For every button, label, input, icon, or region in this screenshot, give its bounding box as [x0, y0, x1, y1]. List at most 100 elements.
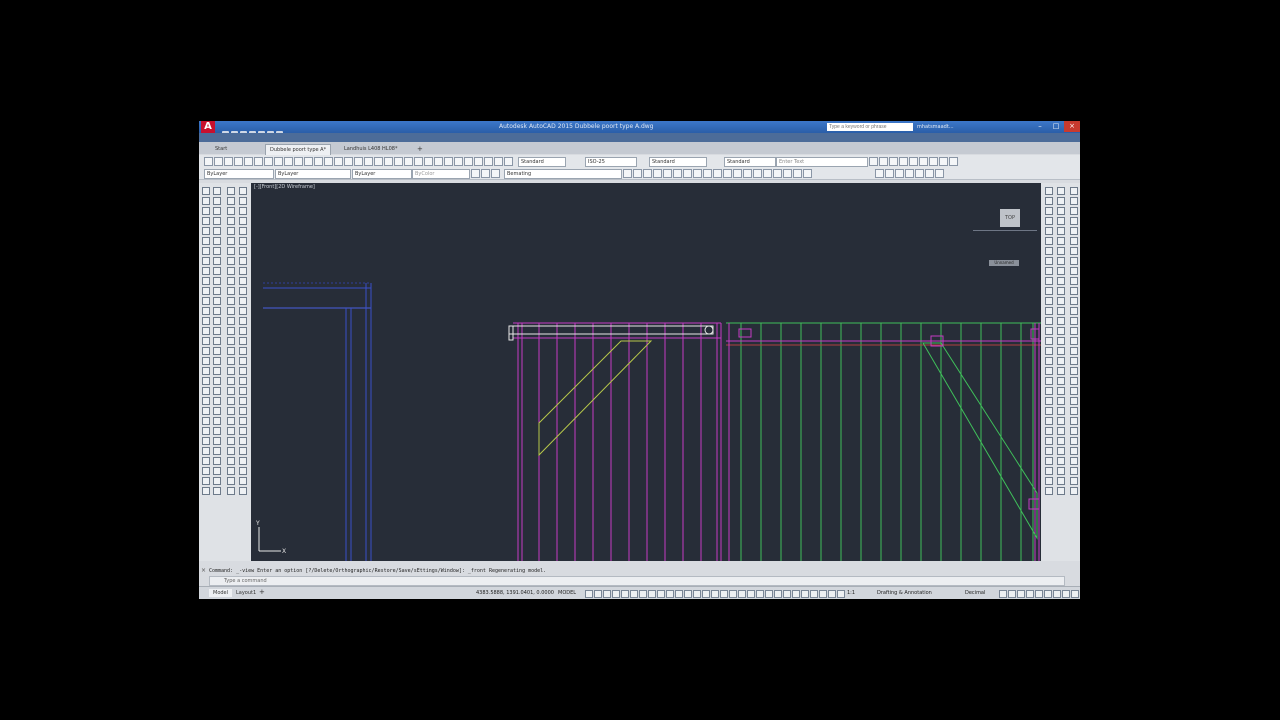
palette-tool-icon[interactable] [227, 407, 235, 415]
toolbar-tool-icon[interactable] [763, 169, 772, 178]
palette-tool-icon[interactable] [202, 247, 210, 255]
toolbar-tool-icon[interactable] [783, 169, 792, 178]
toolbar-tool-icon[interactable] [494, 157, 503, 166]
toolbar-tool-icon[interactable] [294, 157, 303, 166]
toolbar-tool-icon[interactable] [623, 169, 632, 178]
palette-tool-icon[interactable] [1070, 377, 1078, 385]
palette-tool-icon[interactable] [202, 397, 210, 405]
toolbar-tool-icon[interactable] [939, 157, 948, 166]
palette-tool-icon[interactable] [213, 287, 221, 295]
palette-tool-icon[interactable] [1070, 447, 1078, 455]
palette-tool-icon[interactable] [1045, 397, 1053, 405]
add-layout-icon[interactable]: + [255, 589, 269, 596]
palette-tool-icon[interactable] [1045, 267, 1053, 275]
status-toggle-icon[interactable] [837, 590, 845, 598]
palette-tool-icon[interactable] [213, 217, 221, 225]
palette-tool-icon[interactable] [1057, 417, 1065, 425]
palette-tool-icon[interactable] [1045, 457, 1053, 465]
palette-tool-icon[interactable] [227, 397, 235, 405]
palette-tool-icon[interactable] [239, 417, 247, 425]
palette-tool-icon[interactable] [227, 437, 235, 445]
toolbar-tool-icon[interactable] [693, 169, 702, 178]
toolbar-tool-icon[interactable] [895, 169, 904, 178]
palette-tool-icon[interactable] [202, 267, 210, 275]
palette-tool-icon[interactable] [239, 237, 247, 245]
palette-tool-icon[interactable] [227, 477, 235, 485]
toolbar-tool-icon[interactable] [334, 157, 343, 166]
palette-tool-icon[interactable] [1070, 477, 1078, 485]
palette-tool-icon[interactable] [1057, 307, 1065, 315]
palette-tool-icon[interactable] [1070, 457, 1078, 465]
palette-tool-icon[interactable] [1070, 247, 1078, 255]
palette-tool-icon[interactable] [227, 467, 235, 475]
palette-tool-icon[interactable] [1057, 367, 1065, 375]
status-toggle-icon[interactable] [765, 590, 773, 598]
palette-tool-icon[interactable] [1057, 207, 1065, 215]
palette-tool-icon[interactable] [202, 407, 210, 415]
status-toggle-icon[interactable] [819, 590, 827, 598]
table-style-select[interactable]: Standard [649, 157, 707, 167]
status-toggle-icon[interactable] [774, 590, 782, 598]
palette-tool-icon[interactable] [202, 257, 210, 265]
status-toggle-icon[interactable] [612, 590, 620, 598]
toolbar-tool-icon[interactable] [484, 157, 493, 166]
toolbar-tool-icon[interactable] [354, 157, 363, 166]
toolbar-tool-icon[interactable] [743, 169, 752, 178]
palette-tool-icon[interactable] [213, 447, 221, 455]
palette-tool-icon[interactable] [1057, 437, 1065, 445]
palette-tool-icon[interactable] [202, 377, 210, 385]
palette-tool-icon[interactable] [202, 487, 210, 495]
palette-tool-icon[interactable] [239, 317, 247, 325]
status-toggle-icon[interactable] [702, 590, 710, 598]
toolbar-tool-icon[interactable] [274, 157, 283, 166]
palette-tool-icon[interactable] [239, 437, 247, 445]
annotation-scale[interactable]: 1:1 [847, 590, 855, 596]
tab-model[interactable]: Model [209, 589, 233, 597]
palette-tool-icon[interactable] [1070, 407, 1078, 415]
status-toggle-icon[interactable] [621, 590, 629, 598]
palette-tool-icon[interactable] [1057, 317, 1065, 325]
toolbar-tool-icon[interactable] [919, 157, 928, 166]
palette-tool-icon[interactable] [1057, 327, 1065, 335]
status-toggle-icon[interactable] [675, 590, 683, 598]
toolbar-tool-icon[interactable] [713, 169, 722, 178]
layer-select[interactable]: Bemating [504, 169, 622, 179]
toolbar-tool-icon[interactable] [803, 169, 812, 178]
palette-tool-icon[interactable] [239, 477, 247, 485]
toolbar-tool-icon[interactable] [875, 169, 884, 178]
toolbar-tool-icon[interactable] [773, 169, 782, 178]
palette-tool-icon[interactable] [1045, 307, 1053, 315]
palette-tool-icon[interactable] [227, 307, 235, 315]
status-toggle-icon[interactable] [810, 590, 818, 598]
palette-tool-icon[interactable] [202, 477, 210, 485]
palette-tool-icon[interactable] [1045, 197, 1053, 205]
palette-tool-icon[interactable] [202, 427, 210, 435]
palette-tool-icon[interactable] [239, 397, 247, 405]
palette-tool-icon[interactable] [239, 197, 247, 205]
status-toggle-icon[interactable] [684, 590, 692, 598]
palette-tool-icon[interactable] [227, 367, 235, 375]
palette-tool-icon[interactable] [1057, 277, 1065, 285]
toolbar-tool-icon[interactable] [491, 169, 500, 178]
palette-tool-icon[interactable] [202, 357, 210, 365]
close-command-icon[interactable]: × [201, 567, 206, 574]
new-tab-plus-icon[interactable]: + [413, 144, 427, 154]
palette-tool-icon[interactable] [239, 487, 247, 495]
palette-tool-icon[interactable] [1057, 237, 1065, 245]
toolbar-tool-icon[interactable] [869, 157, 878, 166]
palette-tool-icon[interactable] [227, 377, 235, 385]
palette-tool-icon[interactable] [227, 197, 235, 205]
palette-tool-icon[interactable] [213, 367, 221, 375]
status-toggle-icon[interactable] [729, 590, 737, 598]
palette-tool-icon[interactable] [227, 277, 235, 285]
palette-tool-icon[interactable] [227, 457, 235, 465]
palette-tool-icon[interactable] [1070, 317, 1078, 325]
status-toggle-icon[interactable] [738, 590, 746, 598]
toolbar-tool-icon[interactable] [434, 157, 443, 166]
palette-tool-icon[interactable] [227, 487, 235, 495]
toolbar-tool-icon[interactable] [364, 157, 373, 166]
palette-tool-icon[interactable] [239, 217, 247, 225]
palette-tool-icon[interactable] [1057, 387, 1065, 395]
palette-tool-icon[interactable] [1045, 317, 1053, 325]
palette-tool-icon[interactable] [202, 447, 210, 455]
